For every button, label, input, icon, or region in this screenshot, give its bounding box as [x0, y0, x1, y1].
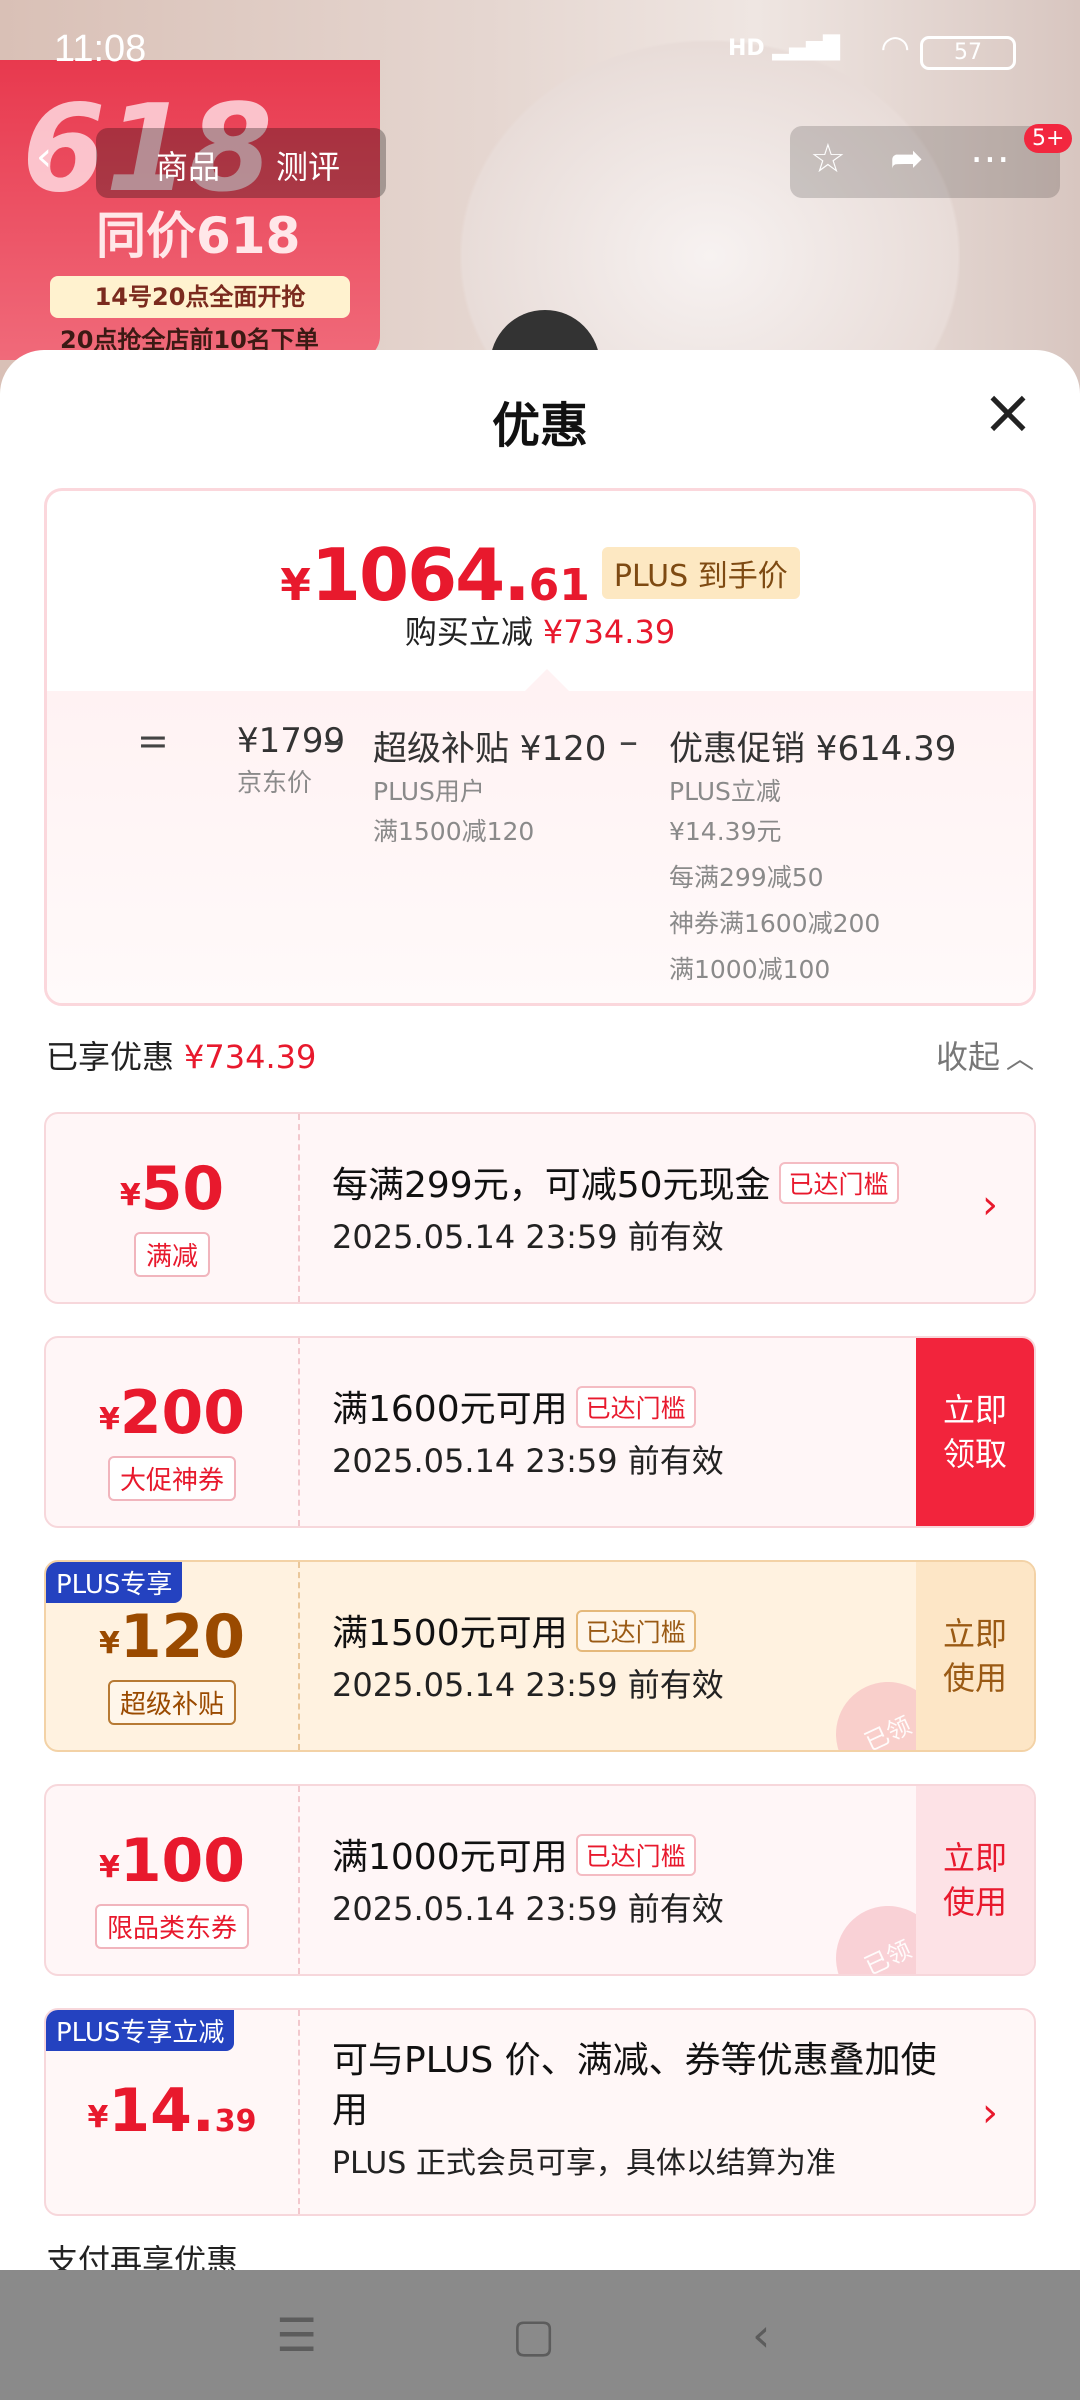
claim-coupon-button[interactable]: 立即领取 [916, 1338, 1034, 1526]
coupon-card-100: ¥100 限品类东券 满1000元可用 已达门槛 2025.05.14 23:59… [44, 1784, 1036, 1976]
share-icon[interactable]: ➦ [890, 136, 924, 182]
coupon-card-120: ¥120 超级补贴 PLUS专享 满1500元可用 已达门槛 2025.05.14… [44, 1560, 1036, 1752]
plus-exclusive-badge: PLUS专享 [46, 1562, 183, 1603]
coupon-title: 满1600元可用 已达门槛 [332, 1380, 696, 1432]
plus-price-tag: PLUS 到手价 [601, 547, 800, 599]
enjoyed-discount: 已享优惠 ¥734.39 [46, 1038, 317, 1076]
coupon-card-50[interactable]: ¥50 满减 每满299元，可减50元现金 已达门槛 2025.05.14 23:… [44, 1112, 1036, 1304]
pay-more-heading: 支付再享优惠 [46, 2242, 239, 2270]
coupon-type-label: 超级补贴 [107, 1680, 237, 1725]
chevron-right-icon[interactable]: › [982, 1182, 998, 1228]
coupon-note: PLUS 正式会员可享，具体以结算为准 [332, 2146, 836, 2181]
coupon-card-200: ¥200 大促神券 满1600元可用 已达门槛 2025.05.14 23:59 … [44, 1336, 1036, 1528]
threshold-tag: 已达门槛 [778, 1162, 899, 1204]
menu-icon[interactable]: ☰ [276, 2308, 317, 2362]
tab-review[interactable]: 测评 [276, 142, 340, 188]
threshold-tag: 已达门槛 [575, 1610, 696, 1652]
final-price-int: 1064. [310, 533, 531, 617]
home-icon[interactable]: ▢ [512, 2308, 555, 2362]
plus-discount-card[interactable]: ¥14.39 PLUS专享立减 可与PLUS 价、满减、券等优惠叠加使用 PLU… [44, 2008, 1036, 2216]
threshold-tag: 已达门槛 [575, 1386, 696, 1428]
price-summary: ¥1064.61 PLUS 到手价 购买立减 ¥734.39 = ¥1799 京东价… [44, 488, 1036, 1006]
coupon-amount-area: ¥50 满减 [46, 1114, 300, 1302]
final-price-dec: 61 [528, 560, 590, 611]
coupon-title: 每满299元，可减50元现金 已达门槛 [332, 1156, 899, 1208]
use-coupon-button[interactable]: 立即使用 [916, 1786, 1034, 1974]
coupon-title: 满1500元可用 已达门槛 [332, 1604, 696, 1656]
battery-icon: 57 [920, 36, 1016, 70]
coupon-type-label: 限品类东券 [94, 1904, 250, 1949]
coupon-amount-area: ¥200 大促神券 [46, 1338, 300, 1526]
close-icon[interactable]: × [980, 381, 1036, 443]
chevron-right-icon[interactable]: › [982, 2090, 998, 2136]
coupon-amount-area: ¥100 限品类东券 [46, 1786, 300, 1974]
coupon-title: 满1000元可用 已达门槛 [332, 1828, 696, 1880]
coupon-date: 2025.05.14 23:59 前有效 [332, 1666, 724, 1704]
star-icon[interactable]: ☆ [810, 136, 846, 182]
threshold-tag: 已达门槛 [575, 1834, 696, 1876]
promo-chip: 14号20点全面开抢 [50, 276, 350, 318]
final-price: ¥1064.61 PLUS 到手价 [47, 533, 1033, 617]
coupon-title: 可与PLUS 价、满减、券等优惠叠加使用 [332, 2040, 937, 2131]
status-bar: 11:08 HD ▂▄▆█ ◠ 57 [0, 0, 1080, 100]
collapse-button[interactable]: 收起 ︿ [936, 1032, 1034, 1078]
pointer-triangle [525, 669, 569, 691]
signal-icon: HD ▂▄▆█ [727, 36, 840, 61]
chevron-up-icon: ︿ [1006, 1042, 1035, 1075]
discount-sheet: 优惠 × ¥1064.61 PLUS 到手价 购买立减 ¥734.39 = ¥179… [0, 350, 1080, 2270]
enjoyed-amount: ¥734.39 [184, 1038, 317, 1076]
back-nav-icon[interactable]: ‹ [752, 2308, 770, 2362]
product-tabs: ‹ 商品 测评 [36, 128, 386, 198]
coupon-type-label: 满减 [133, 1232, 211, 1277]
message-badge: 5+ [1024, 124, 1073, 153]
more-icon[interactable]: ⋯ [970, 136, 1010, 182]
system-nav-bar: ☰ ▢ ‹ [0, 2270, 1080, 2400]
coupon-date: 2025.05.14 23:59 前有效 [332, 1442, 724, 1480]
plus-exclusive-badge: PLUS专享立减 [46, 2010, 235, 2051]
back-icon[interactable]: ‹ [36, 134, 52, 180]
reduce-row: 购买立减 ¥734.39 [404, 613, 676, 651]
sheet-title: 优惠 [491, 398, 588, 454]
coupon-date: 2025.05.14 23:59 前有效 [332, 1218, 724, 1256]
status-time: 11:08 [54, 28, 147, 70]
top-actions: ☆ ➦ ⋯ [790, 126, 1060, 198]
tab-product[interactable]: 商品 [156, 142, 220, 188]
coupon-date: 2025.05.14 23:59 前有效 [332, 1890, 724, 1928]
wifi-icon: ◠ [880, 28, 910, 68]
use-coupon-button[interactable]: 立即使用 [916, 1562, 1034, 1750]
reduce-amount: ¥734.39 [542, 613, 676, 651]
coupon-type-label: 大促神券 [107, 1456, 237, 1501]
promo-line1: 同价618 [96, 207, 301, 265]
